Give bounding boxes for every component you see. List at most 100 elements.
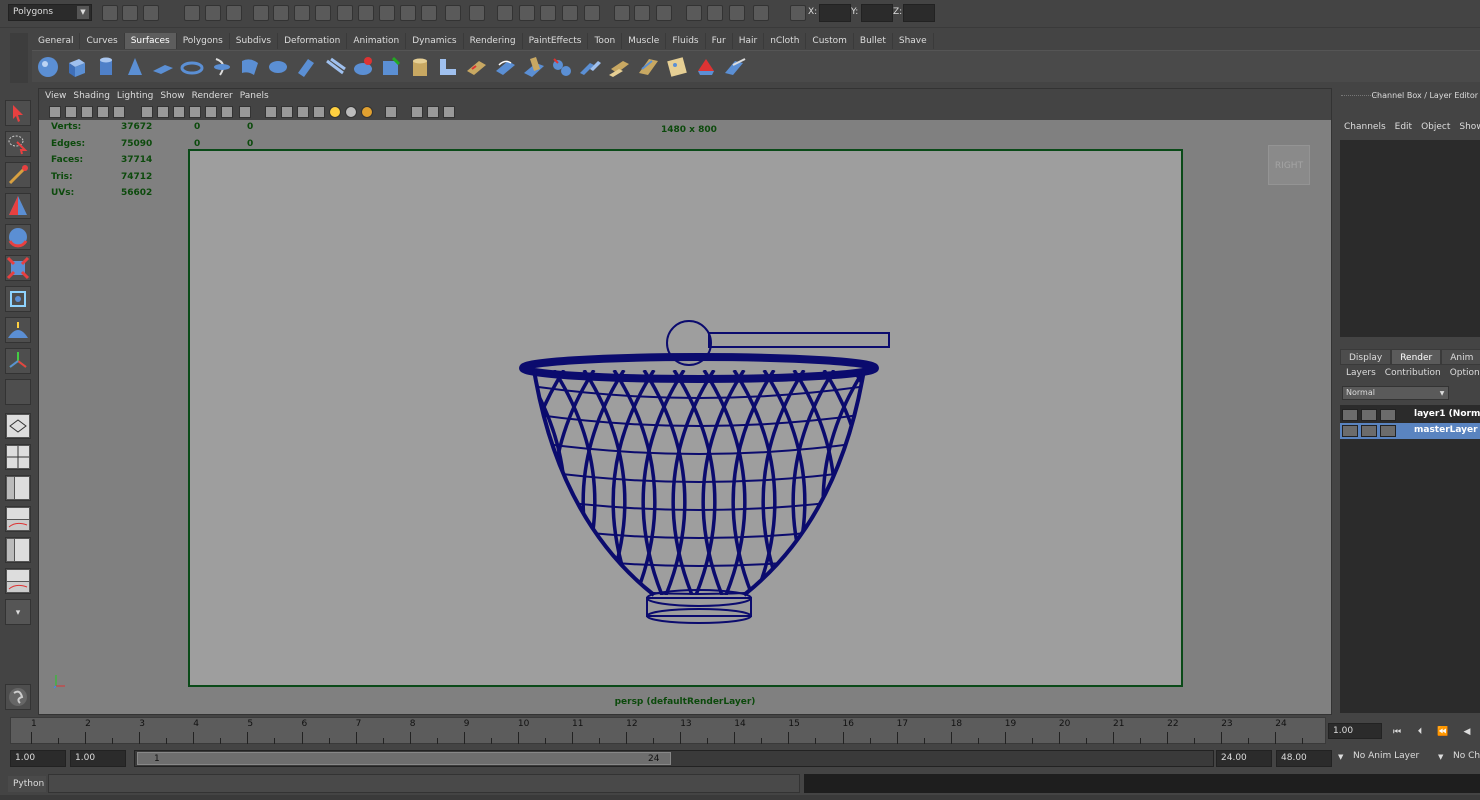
four-pane-layout-icon[interactable] [5, 444, 31, 470]
recycle-icon[interactable] [1361, 409, 1377, 421]
paint-select-tool-icon[interactable] [5, 162, 31, 188]
panel-menu-panels[interactable]: Panels [240, 89, 276, 104]
shelf-tab-fur[interactable]: Fur [705, 33, 733, 49]
shelf-tab-polygons[interactable]: Polygons [176, 33, 230, 49]
nurbs-cone-icon[interactable] [123, 55, 147, 79]
snap-view-icon[interactable] [540, 5, 556, 21]
shelf-tab-ncloth[interactable]: nCloth [764, 33, 807, 49]
nurbs-plane-icon[interactable] [151, 55, 175, 79]
film-gate-icon[interactable] [141, 106, 153, 118]
channel-box-area[interactable] [1340, 140, 1480, 337]
loft-icon[interactable] [238, 55, 262, 79]
z-input[interactable] [903, 4, 935, 22]
universal-manipulator-icon[interactable] [5, 286, 31, 312]
soft-modification-icon[interactable] [5, 317, 31, 343]
graph-editor-icon[interactable] [729, 5, 745, 21]
save-scene-icon[interactable] [143, 5, 159, 21]
nurbs-cube-icon[interactable] [65, 55, 89, 79]
animation-end-field[interactable]: 48.00 [1276, 750, 1332, 767]
playback-end-field[interactable]: 24.00 [1216, 750, 1272, 767]
scale-tool-icon[interactable] [5, 255, 31, 281]
construction-history-icon[interactable] [400, 5, 416, 21]
xray-joints-icon[interactable] [427, 106, 439, 118]
detach-icon[interactable] [578, 55, 602, 79]
camera-attributes-icon[interactable] [49, 106, 61, 118]
safe-action-icon[interactable] [205, 106, 217, 118]
bookmarks-icon[interactable] [81, 106, 93, 118]
rebuild-icon[interactable] [607, 55, 631, 79]
field-chart-icon[interactable] [189, 106, 201, 118]
rotate-tool-icon[interactable] [5, 224, 31, 250]
ipr-render-icon[interactable] [634, 5, 650, 21]
resolution-gate-icon[interactable] [157, 106, 169, 118]
render-view-icon[interactable] [707, 5, 723, 21]
shelf-tab-surfaces[interactable]: Surfaces [124, 33, 177, 49]
isolate-select-icon[interactable] [385, 106, 397, 118]
birail-icon[interactable] [323, 55, 347, 79]
character-set-select[interactable]: No Character Set [1453, 751, 1480, 761]
safe-title-icon[interactable] [221, 106, 233, 118]
planar-icon[interactable] [266, 55, 290, 79]
persp-graph-layout-icon[interactable] [5, 506, 31, 532]
gate-mask-icon[interactable] [173, 106, 185, 118]
shelf-handle[interactable] [10, 33, 28, 83]
nurbs-torus-icon[interactable] [180, 55, 204, 79]
channel-box-menu-show[interactable]: Show [1459, 122, 1480, 138]
camera-lock-icon[interactable] [65, 106, 77, 118]
playback-start-field[interactable]: 1.00 [70, 750, 126, 767]
layer-row[interactable]: masterLayer (Normal) [1340, 423, 1480, 439]
shelf-tab-shave[interactable]: Shave [892, 33, 934, 49]
3d-viewport[interactable]: Verts: 37672 0 0Edges: 75090 0 0 Faces: 37714 0 0 T… [39, 120, 1331, 714]
visibility-icon[interactable] [1380, 425, 1396, 437]
persp-outliner-layout-icon[interactable] [5, 475, 31, 501]
texture-icon[interactable] [665, 55, 689, 79]
command-input[interactable] [48, 774, 800, 793]
single-pane-layout-icon[interactable] [5, 413, 31, 439]
shelf-tab-toon[interactable]: Toon [588, 33, 623, 49]
show-manipulator-icon[interactable] [5, 348, 31, 374]
transform-mode-icon[interactable] [790, 5, 806, 21]
layout-options-icon[interactable]: ▾ [5, 599, 31, 625]
time-slider[interactable]: 1 2 3 4 5 6 7 8 9 10 11 12 13 14 15 16 17 18 19 20 21 22 23 24 [10, 717, 1326, 744]
extrude-icon[interactable] [294, 55, 318, 79]
share-icon[interactable] [443, 106, 455, 118]
layer-tab-render[interactable]: Render [1391, 349, 1442, 365]
trim-icon[interactable] [464, 55, 488, 79]
layer-menu-options[interactable]: Options [1450, 368, 1480, 382]
shelf-tab-fluids[interactable]: Fluids [666, 33, 706, 49]
layer-blend-mode-select[interactable]: Normal ▼ [1342, 386, 1449, 400]
current-frame-field[interactable]: 1.00 [1328, 723, 1382, 739]
snap-point-icon[interactable] [315, 5, 331, 21]
layer-row[interactable]: layer1 (Normal) [1340, 407, 1480, 423]
smooth-shade-icon[interactable] [281, 106, 293, 118]
intersect-icon[interactable] [522, 55, 546, 79]
attach-icon[interactable] [550, 55, 574, 79]
layer-menu-contribution[interactable]: Contribution [1385, 368, 1450, 382]
snap-curve-icon[interactable] [294, 5, 310, 21]
boundary-icon[interactable] [351, 55, 375, 79]
shelf-tab-painteffects[interactable]: PaintEffects [522, 33, 589, 49]
title-safe-icon[interactable] [239, 106, 251, 118]
shadows-icon[interactable] [345, 106, 357, 118]
new-scene-icon[interactable] [102, 5, 118, 21]
undo-icon[interactable] [584, 5, 600, 21]
magnet-icon[interactable] [497, 5, 513, 21]
last-tool-icon[interactable] [5, 379, 31, 405]
grid-icon[interactable] [113, 106, 125, 118]
panel-menu-lighting[interactable]: Lighting [117, 89, 160, 104]
input-ops-icon[interactable] [469, 5, 485, 21]
render-toggle-icon[interactable] [1342, 409, 1358, 421]
shelf-tab-bullet[interactable]: Bullet [853, 33, 893, 49]
lasso-tool-icon[interactable] [5, 131, 31, 157]
square-surface-icon[interactable] [379, 55, 403, 79]
lock-selection-icon[interactable] [253, 5, 269, 21]
outliner-icon[interactable] [753, 5, 769, 21]
wireframe-on-shaded-icon[interactable] [297, 106, 309, 118]
basket-wireframe-mesh[interactable] [504, 310, 904, 640]
use-all-lights-icon[interactable] [361, 106, 373, 118]
channel-box-menu-channels[interactable]: Channels [1344, 122, 1395, 138]
textured-icon[interactable] [313, 106, 325, 118]
panel-menu-view[interactable]: View [45, 89, 73, 104]
select-tool-icon[interactable] [5, 100, 31, 126]
panel-menu-shading[interactable]: Shading [73, 89, 117, 104]
